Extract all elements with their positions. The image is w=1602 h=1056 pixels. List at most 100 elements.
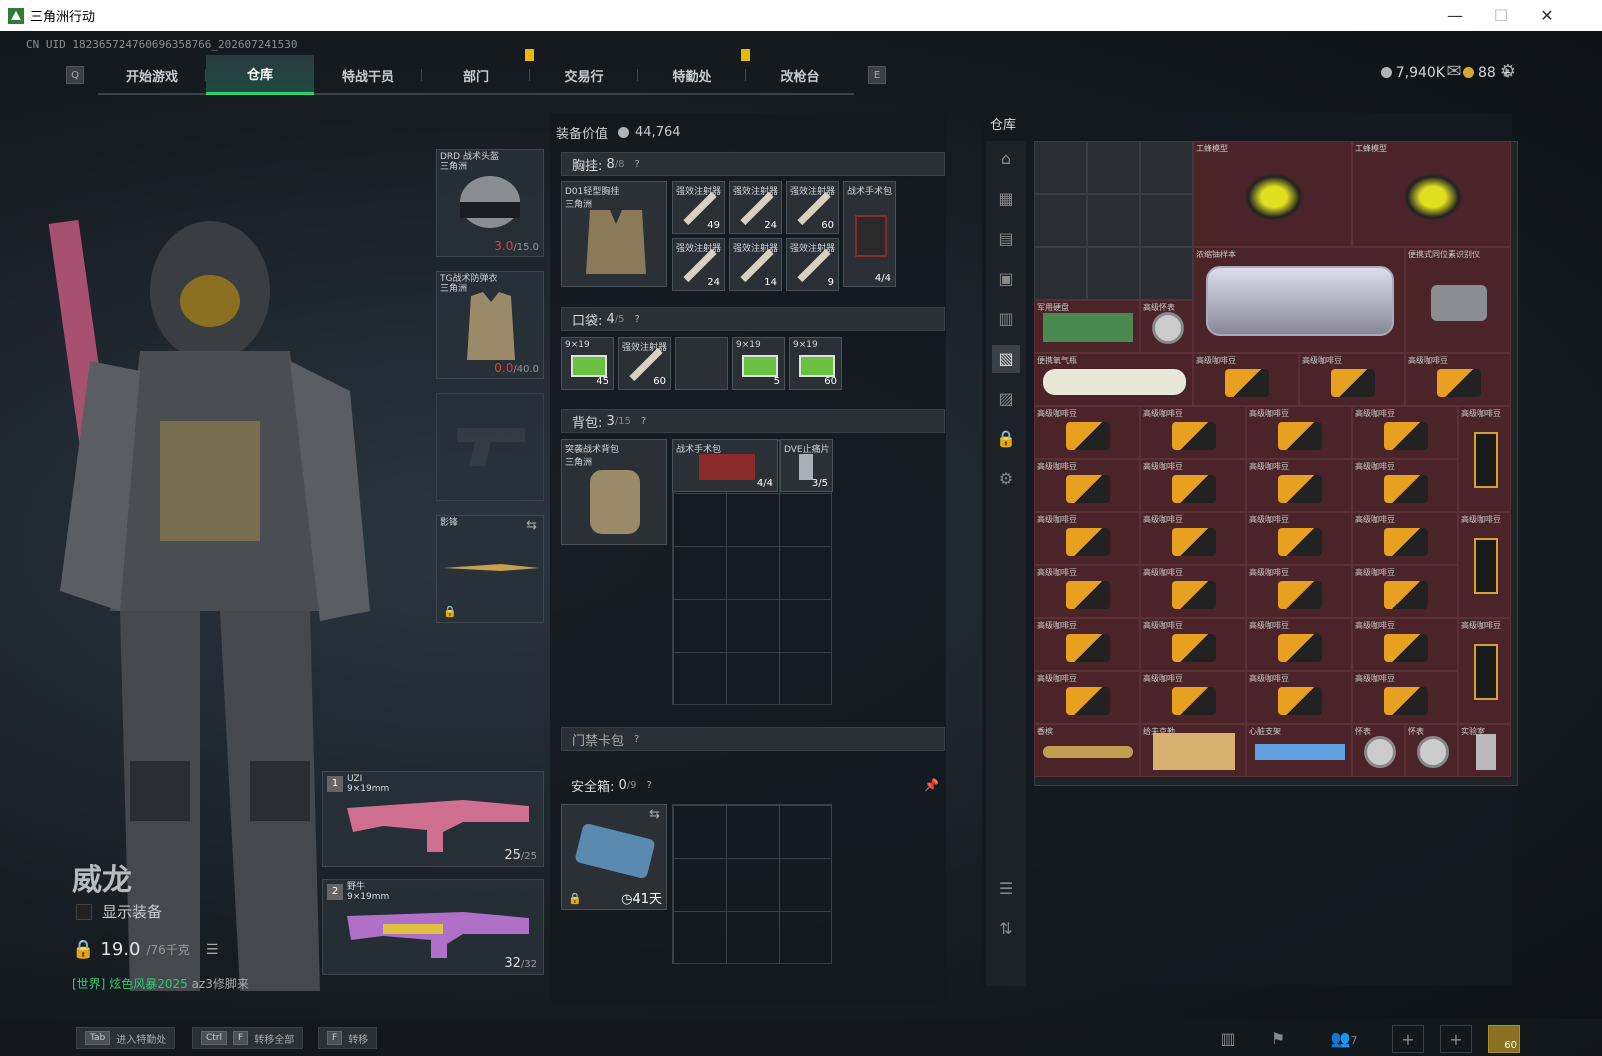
item-cell[interactable]: 强效注射器 9 — [786, 238, 839, 291]
helmet-slot[interactable]: DRD 战术头盔 三角洲 3.0/15.0 — [436, 149, 544, 257]
stats-icon[interactable]: ▥ — [1212, 1025, 1244, 1053]
mail-icon[interactable]: ✉ — [1442, 61, 1466, 82]
storage-tab-6-icon[interactable]: ▨ — [992, 385, 1020, 413]
backpack-cell[interactable]: 战术手术包 4/4 — [672, 439, 778, 492]
item-cell[interactable]: 高级咖啡豆 — [1034, 459, 1140, 512]
settings-icon[interactable]: ⚙ — [992, 465, 1020, 493]
storage-tab-2-icon[interactable]: ▤ — [992, 225, 1020, 253]
item-cell[interactable]: 怀表 — [1352, 724, 1405, 777]
item-cell[interactable]: 高级咖啡豆 — [1246, 406, 1352, 459]
empty-cell[interactable] — [1034, 247, 1087, 300]
item-cell[interactable]: 高级咖啡豆 — [1034, 512, 1140, 565]
nav-key-q[interactable]: Q — [66, 66, 84, 84]
avatar[interactable]: 60 — [1488, 1025, 1520, 1053]
add-slot-button[interactable]: + — [1392, 1025, 1424, 1053]
item-cell[interactable]: 军用硬盘 — [1034, 300, 1140, 353]
item-cell[interactable]: 实验室 — [1458, 724, 1511, 777]
empty-cell[interactable] — [1087, 247, 1140, 300]
item-cell[interactable]: 高级怀表 — [1140, 300, 1193, 353]
tab-department[interactable]: 部门 — [422, 49, 534, 95]
tab-start-game[interactable]: 开始游戏 — [98, 55, 206, 95]
item-cell[interactable]: 高级咖啡豆 — [1352, 565, 1458, 618]
storage-tab-1-icon[interactable]: ▦ — [992, 185, 1020, 213]
maximize-button[interactable]: ☐ — [1478, 0, 1524, 31]
backpack-cell[interactable]: DVE止痛片 3/5 — [780, 439, 833, 492]
help-icon[interactable]: ? — [634, 734, 639, 745]
hint-enter-special[interactable]: Tab 进入特勤处 — [76, 1027, 176, 1049]
nav-key-e[interactable]: E — [868, 66, 886, 84]
sort-icon[interactable]: ⇅ — [992, 915, 1020, 943]
item-cell[interactable]: 怀表 — [1405, 724, 1458, 777]
tab-gunsmith[interactable]: 改枪台 — [746, 55, 854, 95]
item-cell[interactable]: 高级咖啡豆 — [1193, 353, 1299, 406]
tab-trade[interactable]: 交易行 — [530, 55, 638, 95]
show-equipment-toggle[interactable]: 显示装备 — [76, 901, 162, 922]
item-cell[interactable]: 高级咖啡豆 — [1034, 618, 1140, 671]
item-cell[interactable]: 9×19 5 — [732, 337, 785, 390]
item-cell[interactable]: 高级咖啡豆 — [1458, 618, 1511, 724]
sidearm-slot[interactable] — [436, 393, 544, 501]
minimize-button[interactable]: — — [1432, 0, 1478, 31]
storage-tab-3-icon[interactable]: ▣ — [992, 265, 1020, 293]
item-cell[interactable] — [675, 337, 728, 390]
tab-special-ops[interactable]: 特勤处 — [638, 49, 750, 95]
storage-tab-4-icon[interactable]: ▥ — [992, 305, 1020, 333]
warehouse-home-icon[interactable]: ⌂ — [992, 145, 1020, 173]
item-cell[interactable]: 便携氧气瓶 — [1034, 353, 1193, 406]
flag-icon[interactable]: ⚑ — [1262, 1025, 1294, 1053]
item-cell[interactable]: 高级咖啡豆 — [1034, 671, 1140, 724]
help-icon[interactable]: ? — [635, 159, 640, 170]
empty-cell[interactable] — [1034, 194, 1087, 247]
empty-cell[interactable] — [1140, 247, 1193, 300]
empty-cell[interactable] — [1140, 141, 1193, 194]
item-cell[interactable]: 高级咖啡豆 — [1034, 565, 1140, 618]
item-cell[interactable]: 香槟 — [1034, 724, 1140, 777]
friends-button[interactable]: 👥7 — [1320, 1025, 1368, 1053]
item-cell[interactable]: 高级咖啡豆 — [1458, 512, 1511, 618]
melee-slot[interactable]: 影锋 ⇆ 🔒 — [436, 515, 544, 623]
item-cell[interactable]: 强效注射器 60 — [786, 181, 839, 234]
item-cell[interactable]: 高级咖啡豆 — [1352, 459, 1458, 512]
empty-cell[interactable] — [1140, 194, 1193, 247]
tab-warehouse[interactable]: 仓库 — [206, 55, 314, 95]
item-cell[interactable]: 高级咖啡豆 — [1246, 512, 1352, 565]
item-cell[interactable]: 心脏支架 — [1246, 724, 1352, 777]
item-cell[interactable]: 高级咖啡豆 — [1352, 406, 1458, 459]
list-icon[interactable]: ☰ — [206, 942, 219, 958]
empty-cell[interactable] — [1087, 194, 1140, 247]
item-cell[interactable]: 高级咖啡豆 — [1246, 565, 1352, 618]
item-cell[interactable]: 强效注射器 49 — [672, 181, 725, 234]
item-cell[interactable]: 工蜂模型 — [1193, 141, 1352, 247]
item-cell[interactable]: 工蜂模型 — [1352, 141, 1511, 247]
item-cell[interactable]: 高级咖啡豆 — [1246, 671, 1352, 724]
help-icon[interactable]: ? — [635, 314, 640, 325]
item-cell[interactable]: 战术手术包 4/4 — [843, 181, 896, 287]
chat-line[interactable]: [世界] 炫色风暴2025 az3修脚来 — [72, 975, 249, 992]
item-cell[interactable]: 高级咖啡豆 — [1140, 565, 1246, 618]
add-slot-button[interactable]: + — [1440, 1025, 1472, 1053]
item-cell[interactable]: 强效注射器 24 — [672, 238, 725, 291]
keycard-header[interactable]: 门禁卡包? — [561, 727, 945, 751]
item-cell[interactable]: 高级咖啡豆 — [1140, 459, 1246, 512]
hint-transfer[interactable]: F 转移 — [318, 1027, 378, 1049]
item-cell[interactable]: 便携式同位素识别仪 — [1405, 247, 1511, 353]
primary-weapon-slot[interactable]: 1 UZI 9×19mm 25/25 — [322, 771, 544, 867]
safebox-grid[interactable] — [672, 804, 832, 964]
tab-operators[interactable]: 特战干员 — [314, 55, 422, 95]
item-cell[interactable]: 给夫克勒 — [1140, 724, 1246, 777]
item-cell[interactable]: 强效注射器 24 — [729, 181, 782, 234]
help-icon[interactable]: ? — [641, 416, 646, 427]
item-cell[interactable]: 高级咖啡豆 — [1352, 512, 1458, 565]
item-cell[interactable]: 高级咖啡豆 — [1405, 353, 1511, 406]
storage-tab-5-icon[interactable]: ▧ — [992, 345, 1020, 373]
item-cell[interactable]: 强效注射器 60 — [618, 337, 671, 390]
layers-icon[interactable]: ☰ — [992, 875, 1020, 903]
safebox-item[interactable]: ⇆ 🔒 ◷41天 — [561, 804, 667, 910]
empty-cell[interactable] — [1087, 141, 1140, 194]
item-cell[interactable]: 高级咖啡豆 — [1352, 618, 1458, 671]
item-cell[interactable]: 高级咖啡豆 — [1140, 671, 1246, 724]
swap-icon[interactable]: ⇆ — [526, 518, 537, 533]
item-cell[interactable]: 高级咖啡豆 — [1352, 671, 1458, 724]
item-cell[interactable]: 浓缩铀样本 — [1193, 247, 1405, 353]
item-cell[interactable]: 高级咖啡豆 — [1246, 618, 1352, 671]
